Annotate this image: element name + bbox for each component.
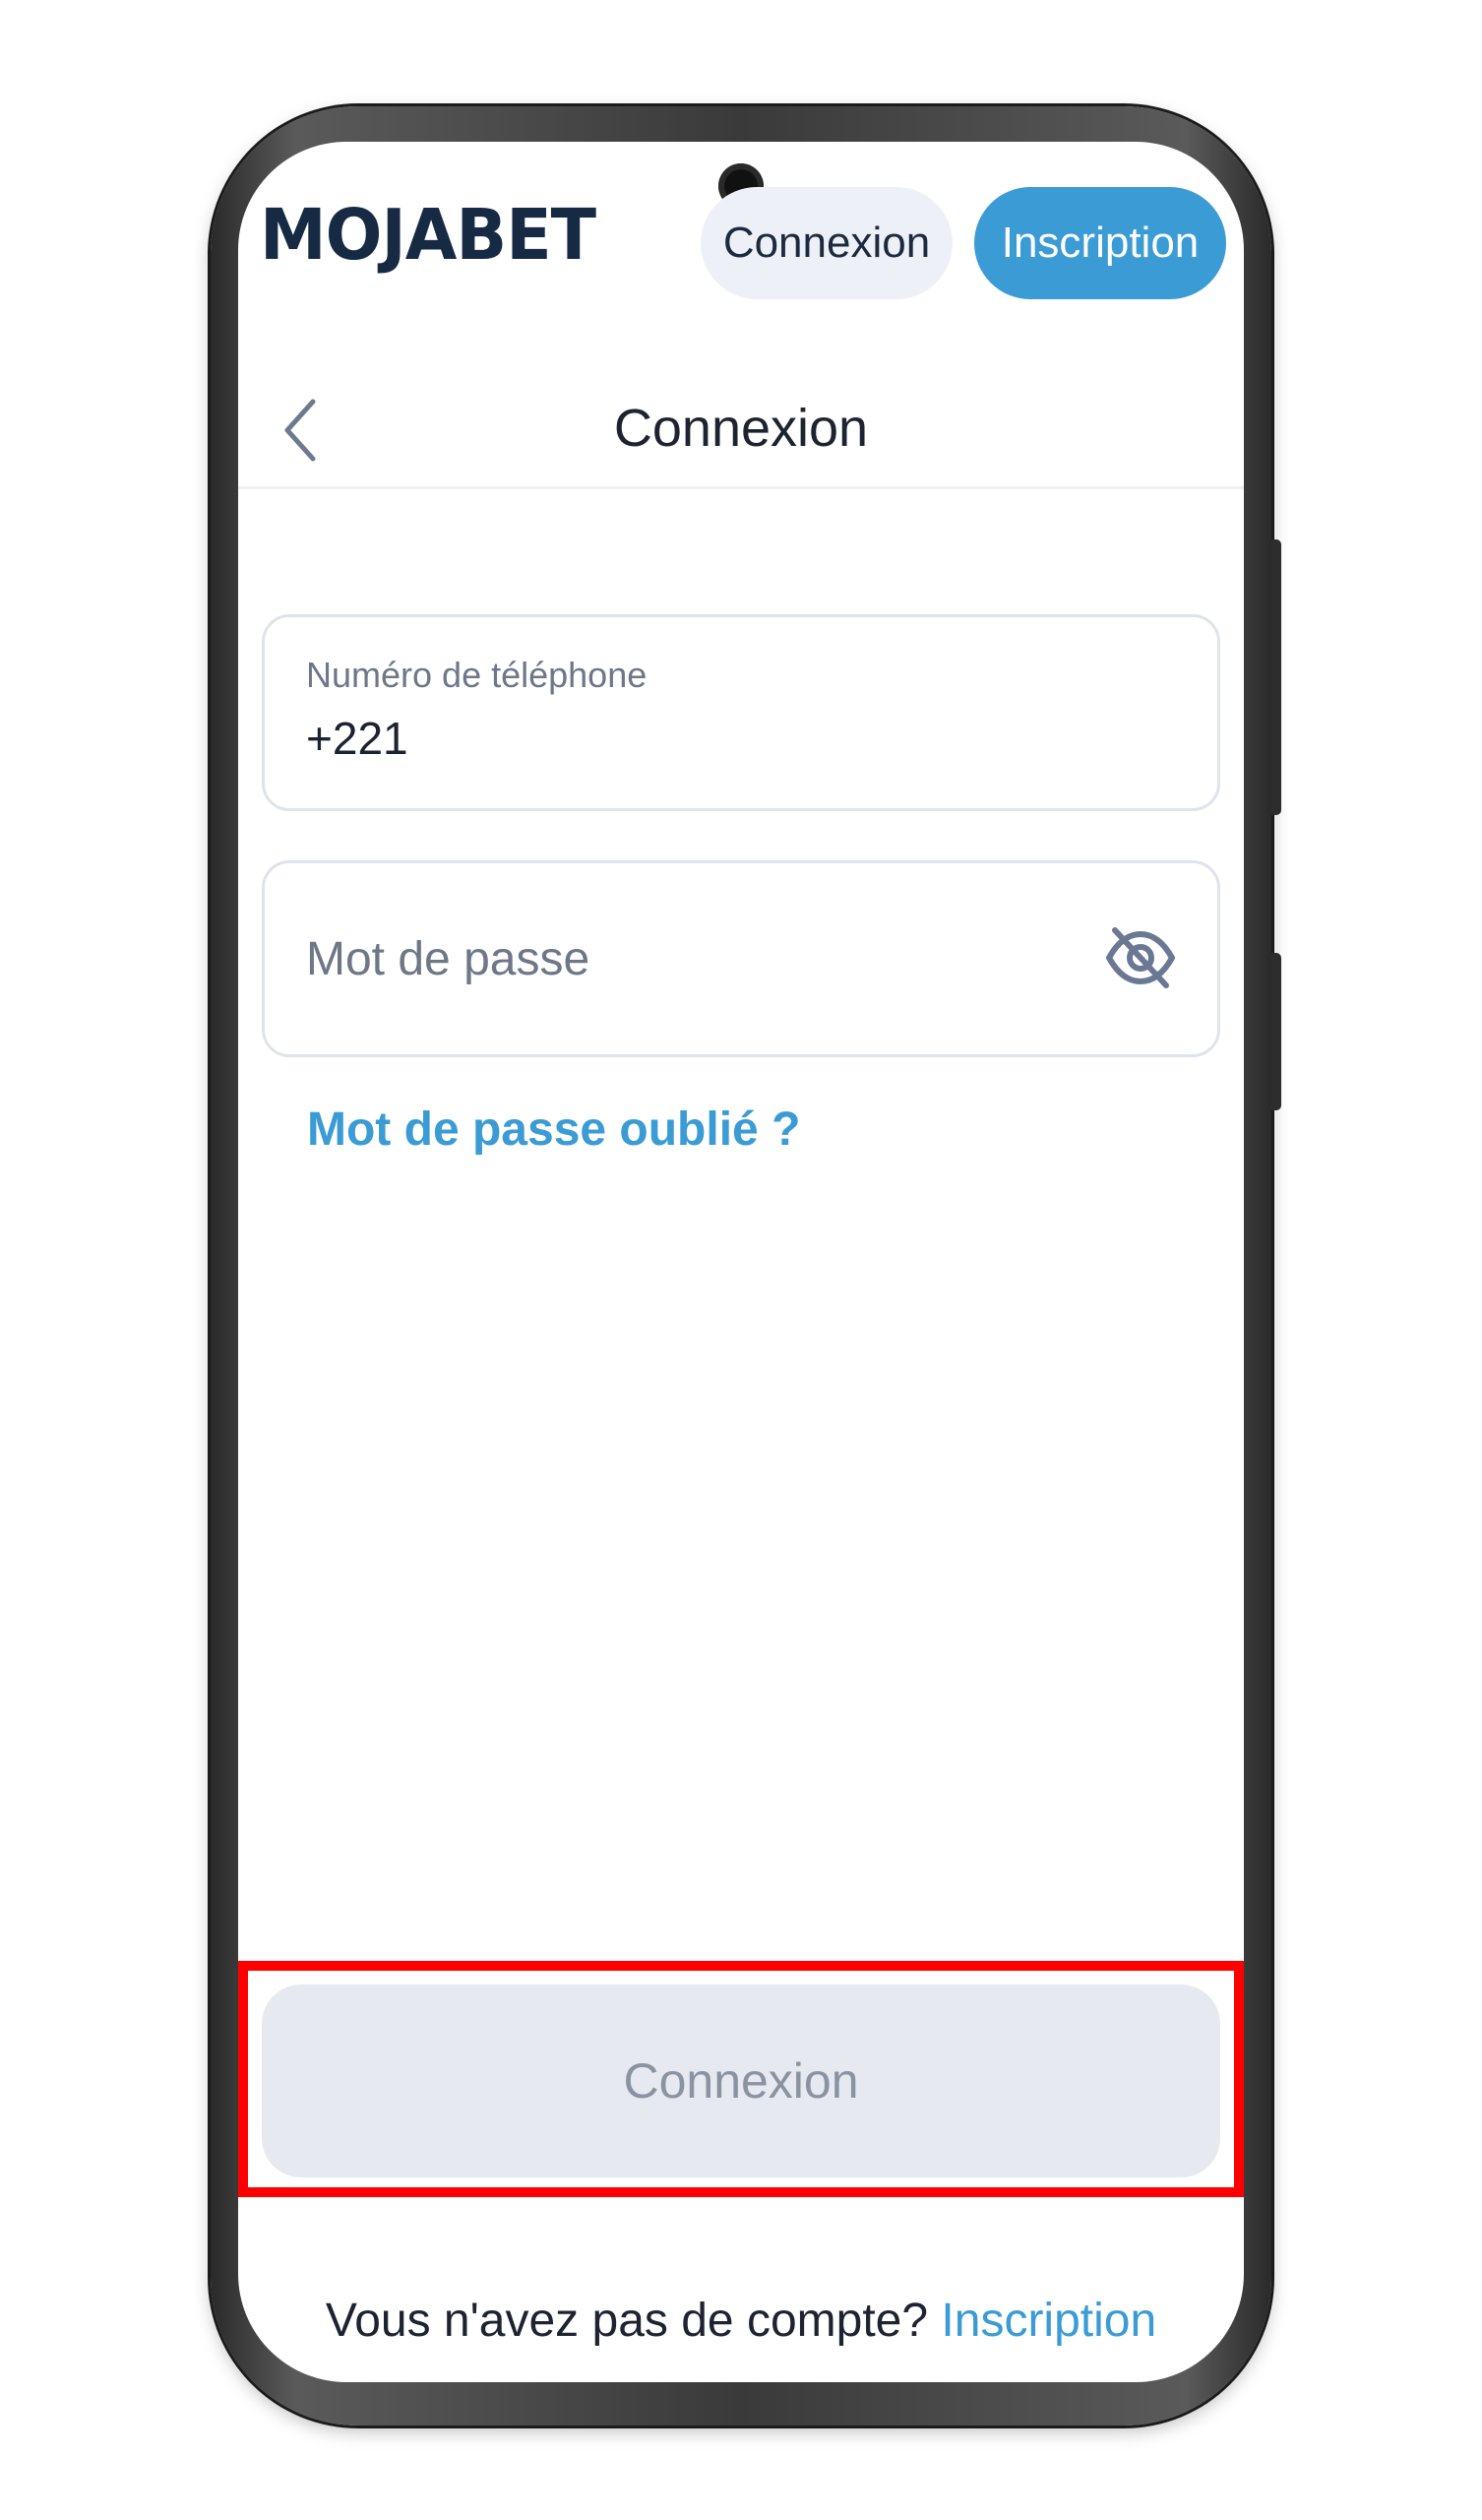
page-title: Connexion bbox=[613, 399, 869, 458]
signup-prompt-text: Vous n'avez pas de compte? bbox=[325, 2295, 942, 2347]
eye-off-icon[interactable] bbox=[1103, 920, 1178, 995]
signup-button[interactable]: Inscription bbox=[974, 187, 1226, 299]
forgot-password-link[interactable]: Mot de passe oublié ? bbox=[307, 1102, 800, 1157]
signup-prompt: Vous n'avez pas de compte? Inscription bbox=[238, 2294, 1244, 2348]
phone-screen: MOJABET Connexion Inscription Connexion … bbox=[238, 142, 1244, 2382]
password-placeholder[interactable]: Mot de passe bbox=[306, 932, 589, 986]
top-bar: MOJABET Connexion Inscription bbox=[238, 142, 1244, 339]
phone-field-value[interactable]: +221 bbox=[306, 712, 408, 765]
phone-field-label: Numéro de téléphone bbox=[306, 655, 648, 695]
login-button[interactable]: Connexion bbox=[701, 187, 953, 299]
highlight-box bbox=[238, 1961, 1244, 2197]
power-button bbox=[1271, 953, 1281, 1110]
volume-button bbox=[1271, 539, 1281, 815]
password-field[interactable]: Mot de passe bbox=[262, 860, 1220, 1057]
page-header: Connexion bbox=[238, 378, 1244, 489]
signup-link[interactable]: Inscription bbox=[941, 2295, 1156, 2347]
phone-frame: MOJABET Connexion Inscription Connexion … bbox=[211, 106, 1281, 2426]
phone-field[interactable]: Numéro de téléphone +221 bbox=[262, 614, 1220, 811]
brand-logo[interactable]: MOJABET bbox=[260, 195, 596, 277]
